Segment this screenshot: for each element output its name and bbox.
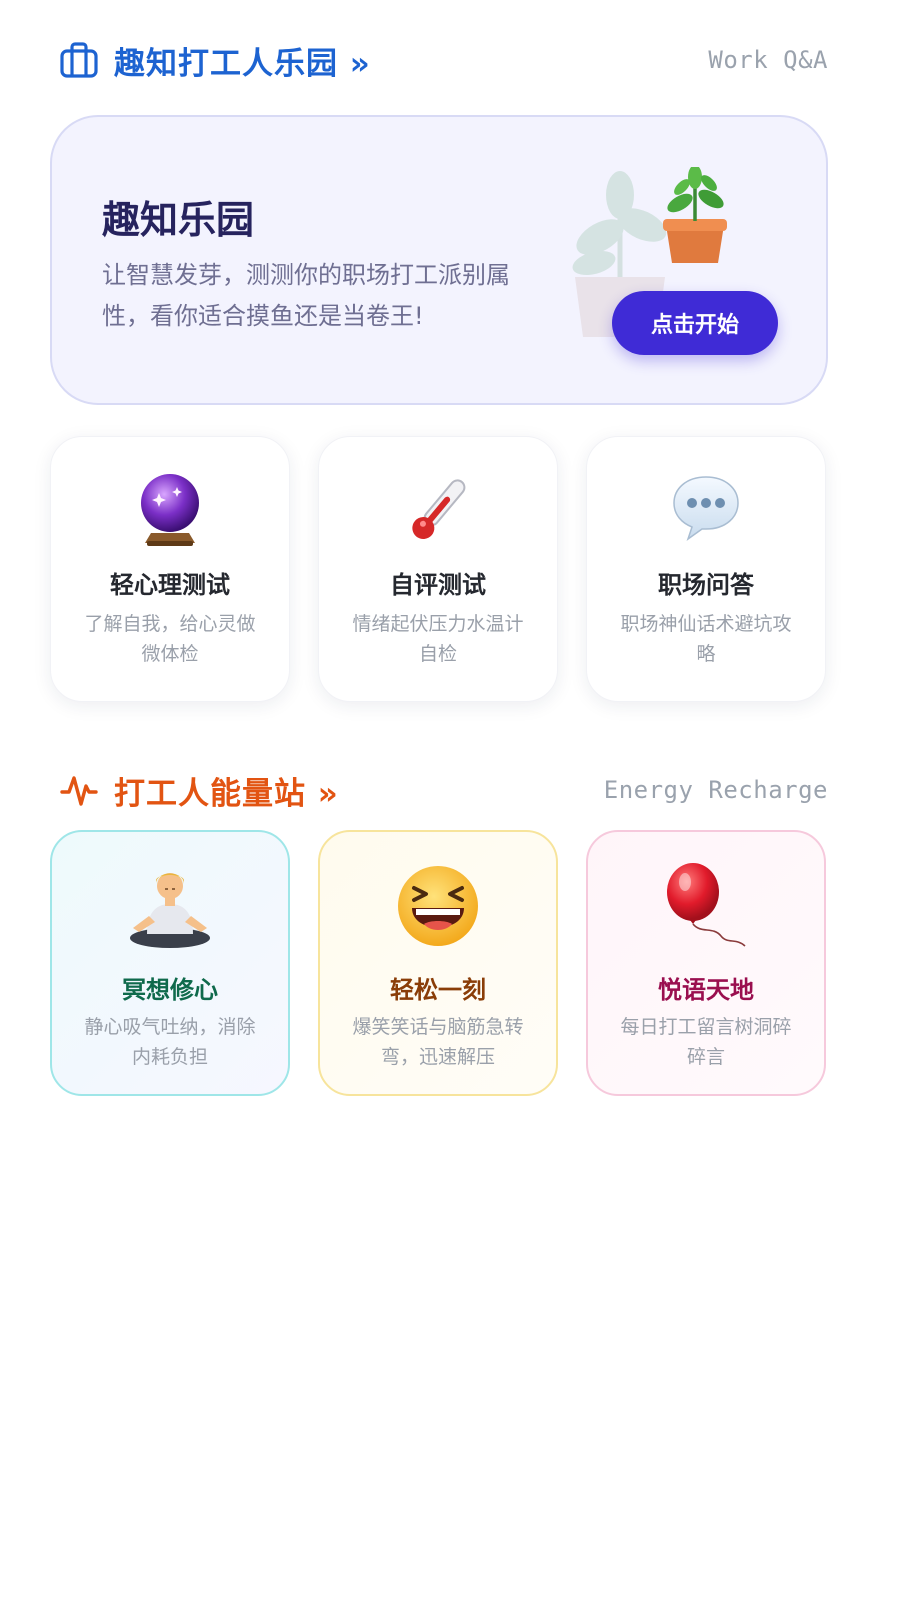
crystal-ball-icon — [141, 474, 199, 546]
work-section-subtitle: Work Q&A — [708, 46, 828, 74]
card-title: 冥想修心 — [122, 976, 218, 1004]
card-title: 悦语天地 — [658, 976, 754, 1004]
pulse-icon — [60, 776, 98, 806]
card-description: 职场神仙话术避坑攻略 — [620, 613, 792, 665]
card-title: 轻松一刻 — [390, 976, 486, 1004]
card-title: 自评测试 — [390, 571, 486, 599]
briefcase-icon — [60, 42, 98, 78]
psych-test-card[interactable]: 轻心理测试 了解自我，给心灵做微体检 — [50, 436, 290, 702]
card-description: 静心吸气吐纳，消除内耗负担 — [84, 1016, 256, 1068]
card-title: 轻心理测试 — [110, 571, 230, 599]
quzhi-banner[interactable]: 趣知乐园 让智慧发芽，测测你的职场打工派别属性，看你适合摸鱼还是当卷王! 点击开… — [50, 115, 828, 405]
work-section-title: 趣知打工人乐园 » — [114, 45, 371, 82]
meditation-person-icon — [130, 873, 210, 948]
energy-section-title: 打工人能量站 » — [114, 775, 339, 812]
relax-moment-card[interactable]: 轻松一刻 爆笑笑话与脑筋急转弯，迅速解压 — [318, 830, 558, 1096]
card-description: 情绪起伏压力水温计自检 — [352, 613, 524, 665]
thermometer-icon — [412, 479, 466, 540]
work-section-header: 趣知打工人乐园 » Work Q&A — [60, 30, 828, 90]
energy-section-link[interactable]: 打工人能量站 » — [60, 768, 339, 813]
banner-description: 让智慧发芽，测测你的职场打工派别属性，看你适合摸鱼还是当卷王! — [102, 261, 510, 330]
energy-section-header: 打工人能量站 » Energy Recharge — [60, 760, 828, 820]
self-assessment-card[interactable]: 自评测试 情绪起伏压力水温计自检 — [318, 436, 558, 702]
energy-section-subtitle: Energy Recharge — [603, 776, 828, 804]
message-garden-card[interactable]: 悦语天地 每日打工留言树洞碎碎言 — [586, 830, 826, 1096]
start-button[interactable]: 点击开始 — [612, 291, 778, 355]
workplace-qa-card[interactable]: 职场问答 职场神仙话术避坑攻略 — [586, 436, 826, 702]
card-description: 每日打工留言树洞碎碎言 — [620, 1016, 792, 1068]
card-title: 职场问答 — [658, 571, 754, 599]
speech-bubble-icon — [673, 476, 739, 541]
laughing-face-icon — [398, 866, 478, 946]
card-description: 爆笑笑话与脑筋急转弯，迅速解压 — [352, 1016, 524, 1068]
work-section-link[interactable]: 趣知打工人乐园 » — [60, 38, 371, 83]
card-description: 了解自我，给心灵做微体检 — [84, 613, 256, 665]
red-balloon-icon — [667, 863, 746, 947]
meditation-card[interactable]: 冥想修心 静心吸气吐纳，消除内耗负担 — [50, 830, 290, 1096]
banner-title: 趣知乐园 — [102, 198, 255, 242]
